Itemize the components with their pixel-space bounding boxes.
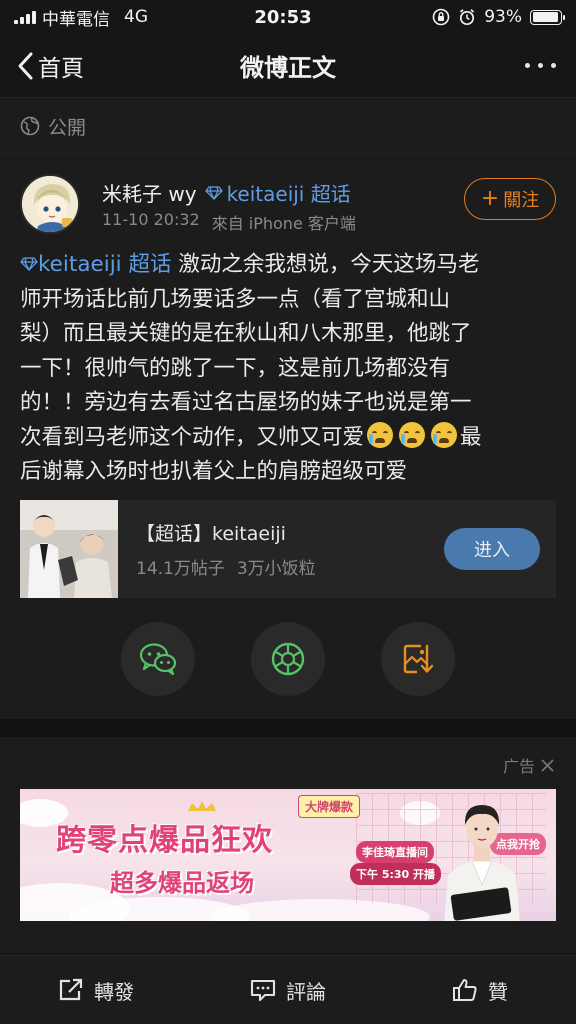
globe-icon	[20, 116, 40, 136]
supertopic-member-count: 3万小饭粒	[236, 559, 316, 579]
follow-button[interactable]: + 關注	[464, 178, 556, 220]
chevron-left-icon	[18, 52, 33, 79]
supertopic-thumbnail	[20, 500, 118, 598]
share-wechat-button[interactable]	[121, 622, 195, 696]
crying-face-icon	[399, 421, 426, 448]
ad-subline: 超多爆品返场	[110, 869, 254, 897]
signal-icon	[14, 10, 36, 24]
body-line: 的！！旁边有去看过名古屋场的妹子也说是第一	[20, 390, 472, 415]
thumbs-up-icon	[453, 979, 477, 1001]
body-line: 激动之余我想说，今天这场马老	[178, 252, 480, 277]
status-time: 20:53	[254, 6, 312, 28]
supertopic-post-count: 14.1万帖子	[136, 559, 225, 579]
wechat-icon	[139, 643, 177, 676]
ad-section: 广告 大牌爆款 跨零点爆品狂欢 超多爆品返场 李佳琦直播间 下午 5:30 开播…	[0, 737, 576, 953]
ad-banner[interactable]: 大牌爆款 跨零点爆品狂欢 超多爆品返场 李佳琦直播间 下午 5:30 开播 点我…	[20, 789, 556, 921]
ad-pill-time: 下午 5:30 开播	[350, 863, 442, 885]
back-button[interactable]: 首頁	[0, 49, 150, 83]
nav-bar: 首頁 微博正文	[0, 34, 576, 98]
post-body: keitaeiji 超话 激动之余我想说，今天这场马老 师开场话比前几场要话多一…	[20, 248, 550, 490]
battery-icon	[530, 9, 565, 25]
supertopic-card[interactable]: 【超话】keitaeiji 14.1万帖子 3万小饭粒 进入	[20, 500, 556, 598]
close-icon	[541, 758, 554, 772]
share-row	[0, 622, 576, 698]
save-image-icon	[403, 644, 434, 674]
battery-percent: 93%	[484, 7, 522, 27]
alarm-icon	[460, 9, 475, 26]
ad-label: 广告	[502, 757, 535, 776]
comment-label: 評論	[286, 979, 326, 1004]
supertopic-title: 【超话】keitaeiji	[136, 523, 286, 545]
share-moments-button[interactable]	[251, 622, 325, 696]
like-label: 贊	[488, 979, 508, 1004]
diamond-icon	[204, 185, 223, 200]
body-line: 次看到马老师这个动作，又帅又可爱	[20, 424, 365, 450]
ad-headline: 跨零点爆品狂欢	[56, 823, 273, 858]
body-topic-name: keitaeiji 超话	[38, 252, 172, 277]
moments-icon	[271, 642, 305, 676]
follow-label: 關注	[503, 190, 540, 211]
more-options-icon[interactable]	[426, 63, 576, 68]
visibility-row: 公開	[0, 99, 576, 153]
crying-face-icon	[367, 421, 394, 448]
post-date: 11-10 20:32	[102, 210, 200, 229]
repost-button[interactable]: 轉發	[0, 956, 192, 1024]
supertopic-name: keitaeiji 超话	[226, 182, 351, 206]
like-button[interactable]: 贊	[384, 956, 576, 1024]
post-meta: 11-10 20:32 來自 iPhone 客户端	[102, 210, 356, 234]
author-name[interactable]: 米耗子 wy	[102, 178, 197, 207]
supertopic-link[interactable]: keitaeiji 超话	[204, 178, 351, 207]
diamond-icon	[20, 257, 38, 272]
comment-icon	[250, 979, 276, 1002]
body-line: 梨）而且最关键的是在秋山和八木那里，他跳了	[20, 321, 472, 346]
body-line: 师开场话比前几场要话多一点（看了宫城和山	[20, 286, 451, 312]
body-topic-link[interactable]: keitaeiji 超话	[20, 252, 171, 277]
page-title: 微博正文	[240, 54, 336, 82]
status-bar: 中華電信 4G 20:53 93%	[0, 0, 576, 34]
back-label: 首頁	[38, 55, 84, 82]
ad-badge: 大牌爆款	[298, 795, 361, 818]
comment-button[interactable]: 評論	[192, 956, 384, 1024]
body-line: 后谢幕入场时也扒着父上的肩膀超级可爱	[20, 459, 408, 484]
save-image-button[interactable]	[381, 622, 455, 696]
plus-icon: +	[480, 186, 500, 211]
crying-face-icon	[431, 421, 458, 448]
body-line: 最	[460, 424, 482, 450]
post-source: 來自 iPhone 客户端	[211, 214, 356, 233]
repost-icon	[59, 978, 83, 1001]
section-divider	[0, 719, 576, 737]
bottom-action-bar: 轉發 評論 贊	[0, 955, 576, 1024]
visibility-label: 公開	[48, 116, 87, 139]
ad-pill-livestream: 李佳琦直播间	[356, 841, 434, 863]
post-author-row: 米耗子 wy keitaeiji 超话	[102, 178, 351, 207]
enter-button[interactable]: 进入	[444, 528, 540, 570]
ad-dismiss-button[interactable]: 广告	[503, 753, 554, 777]
network-type: 4G	[124, 7, 148, 27]
body-line: 一下！很帅气的跳了一下，这是前几场都没有	[20, 355, 451, 381]
repost-label: 轉發	[94, 979, 134, 1004]
avatar[interactable]	[20, 174, 80, 234]
orientation-lock-icon	[432, 8, 450, 26]
post-card: 米耗子 wy keitaeiji 超话 11-10 20:32 來自 iPhon…	[0, 153, 576, 719]
carrier-name: 中華電信	[42, 9, 110, 30]
ad-model-image	[444, 805, 520, 921]
